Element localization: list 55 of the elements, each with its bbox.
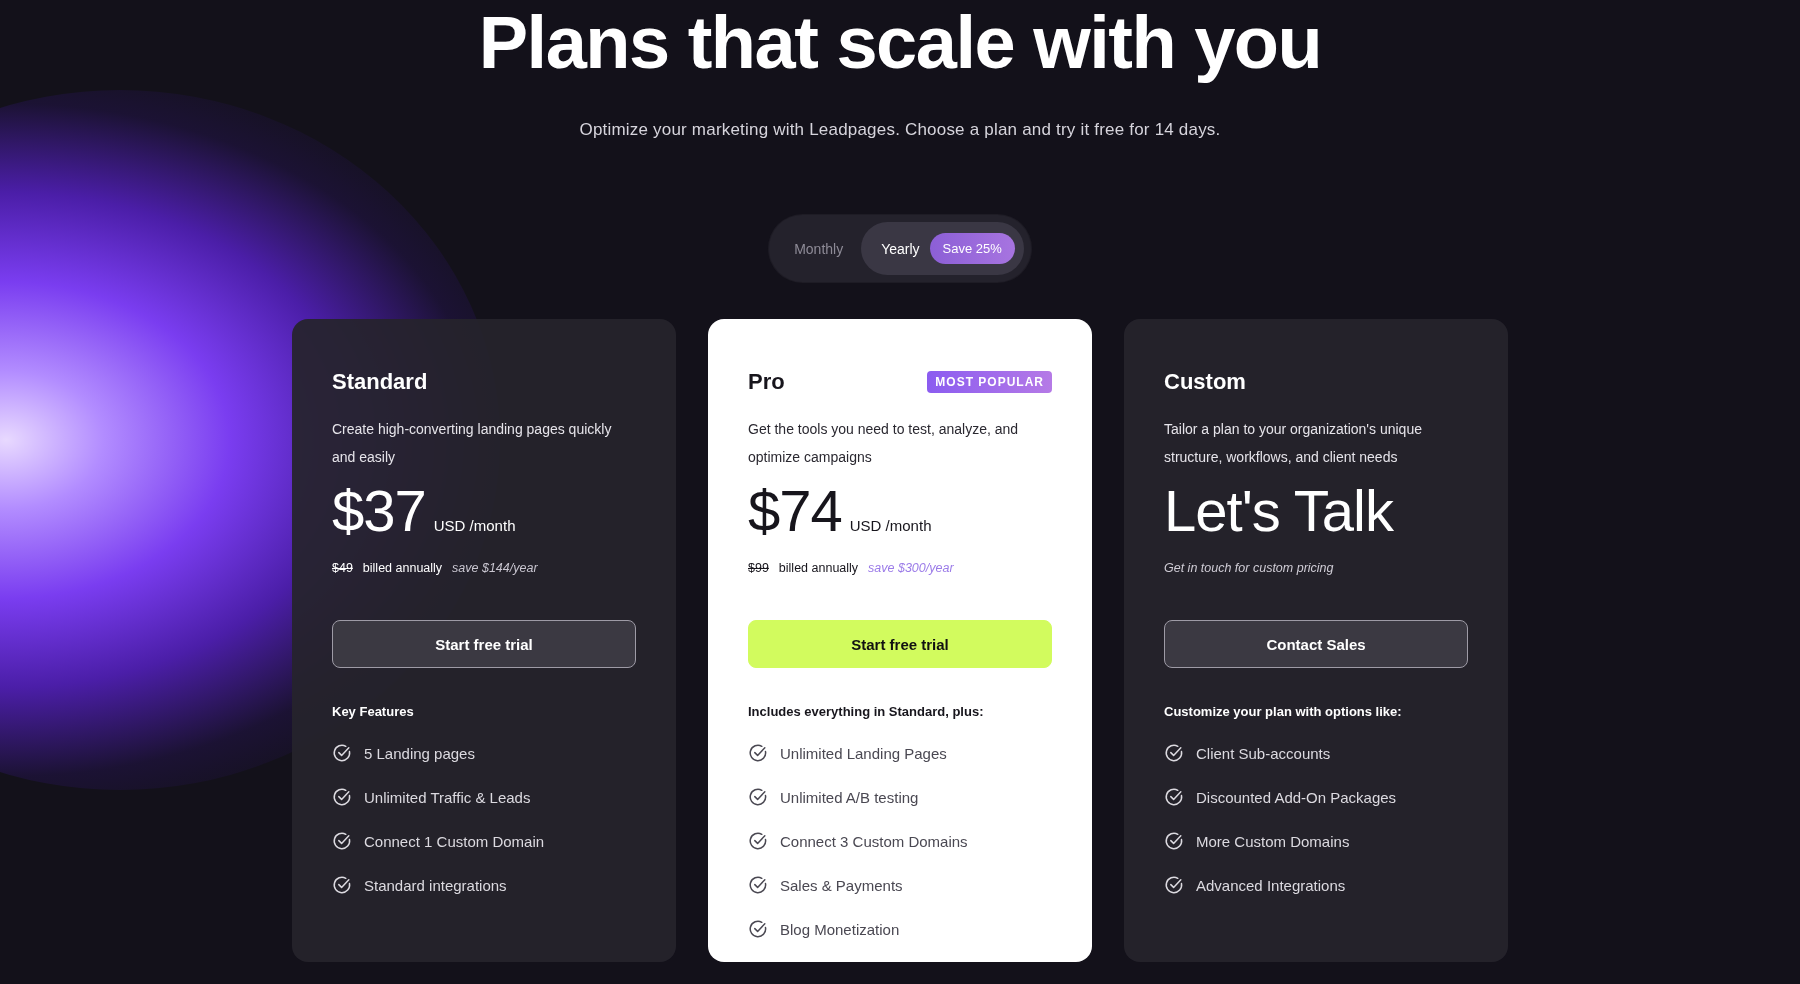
feature-item: Unlimited A/B testing xyxy=(780,788,919,806)
plan-price: $37 xyxy=(332,479,426,543)
feature-item: Connect 3 Custom Domains xyxy=(780,832,968,850)
features-heading: Key Features xyxy=(332,704,415,719)
feature-item: Blog Monetization xyxy=(780,920,900,938)
check-circle-icon xyxy=(748,743,768,763)
price-unit: USD /month xyxy=(433,517,516,534)
features-heading: Customize your plan with options like: xyxy=(1164,704,1403,719)
check-circle-icon xyxy=(332,743,352,763)
plan-name: Standard xyxy=(332,369,428,395)
plan-description: Tailor a plan to your organization's unique structure, workflows, and client needs xyxy=(1164,420,1423,467)
feature-item: Advanced Integrations xyxy=(1196,876,1346,894)
check-circle-icon xyxy=(748,875,768,895)
billing-option[interactable]: Monthly xyxy=(776,222,862,275)
check-circle-icon xyxy=(1164,875,1184,895)
check-circle-icon xyxy=(1164,787,1184,807)
feature-item: Client Sub-accounts xyxy=(1196,744,1331,762)
check-circle-icon xyxy=(332,875,352,895)
feature-item: Connect 1 Custom Domain xyxy=(364,832,545,850)
pricing-note: Get in touch for custom pricing xyxy=(1164,561,1334,575)
features-heading: Includes everything in Standard, plus: xyxy=(748,704,985,719)
original-price: $99 xyxy=(748,561,769,575)
check-circle-icon xyxy=(1164,831,1184,851)
feature-item: Standard integrations xyxy=(364,876,507,894)
billing-option[interactable]: Yearly Save 25% xyxy=(861,222,1024,275)
feature-item: Sales & Payments xyxy=(780,876,903,894)
discount-badge: Save 25% xyxy=(929,233,1015,264)
check-circle-icon xyxy=(748,787,768,807)
check-circle-icon xyxy=(332,787,352,807)
feature-item: Discounted Add-On Packages xyxy=(1196,788,1397,806)
plan-name: Custom xyxy=(1164,369,1246,395)
check-circle-icon xyxy=(332,831,352,851)
savings-note: save $300/year xyxy=(868,561,954,575)
plan-name: Pro xyxy=(748,369,785,395)
price-unit: USD /month xyxy=(849,517,932,534)
billing-note: billed annually xyxy=(778,561,859,575)
check-circle-icon xyxy=(748,831,768,851)
original-price: $49 xyxy=(332,561,353,575)
popular-badge: MOST POPULAR xyxy=(927,371,1052,393)
check-circle-icon xyxy=(748,919,768,939)
plan-price: Let's Talk xyxy=(1164,479,1393,543)
plan-cta-button[interactable]: Start free trial xyxy=(332,620,636,668)
billing-note: billed annually xyxy=(362,561,443,575)
plan-price: $74 xyxy=(748,479,842,543)
savings-note: save $144/year xyxy=(452,561,538,575)
plan-description: Create high-converting landing pages quickly and easily xyxy=(332,420,613,467)
feature-item: Unlimited Landing Pages xyxy=(780,744,947,762)
check-circle-icon xyxy=(1164,743,1184,763)
plan-cta-button[interactable]: Contact Sales xyxy=(1164,620,1468,668)
feature-item: Unlimited Traffic & Leads xyxy=(364,788,531,806)
feature-item: 5 Landing pages xyxy=(364,744,475,762)
plan-description: Get the tools you need to test, analyze, and optimize campaigns xyxy=(748,420,1020,467)
feature-item: More Custom Domains xyxy=(1196,832,1350,850)
page-subtitle: Optimize your marketing with Leadpages. Choose a plan and try it free for 14 days. xyxy=(579,120,1221,140)
start-trial-button[interactable]: Start free trial xyxy=(748,620,1052,668)
